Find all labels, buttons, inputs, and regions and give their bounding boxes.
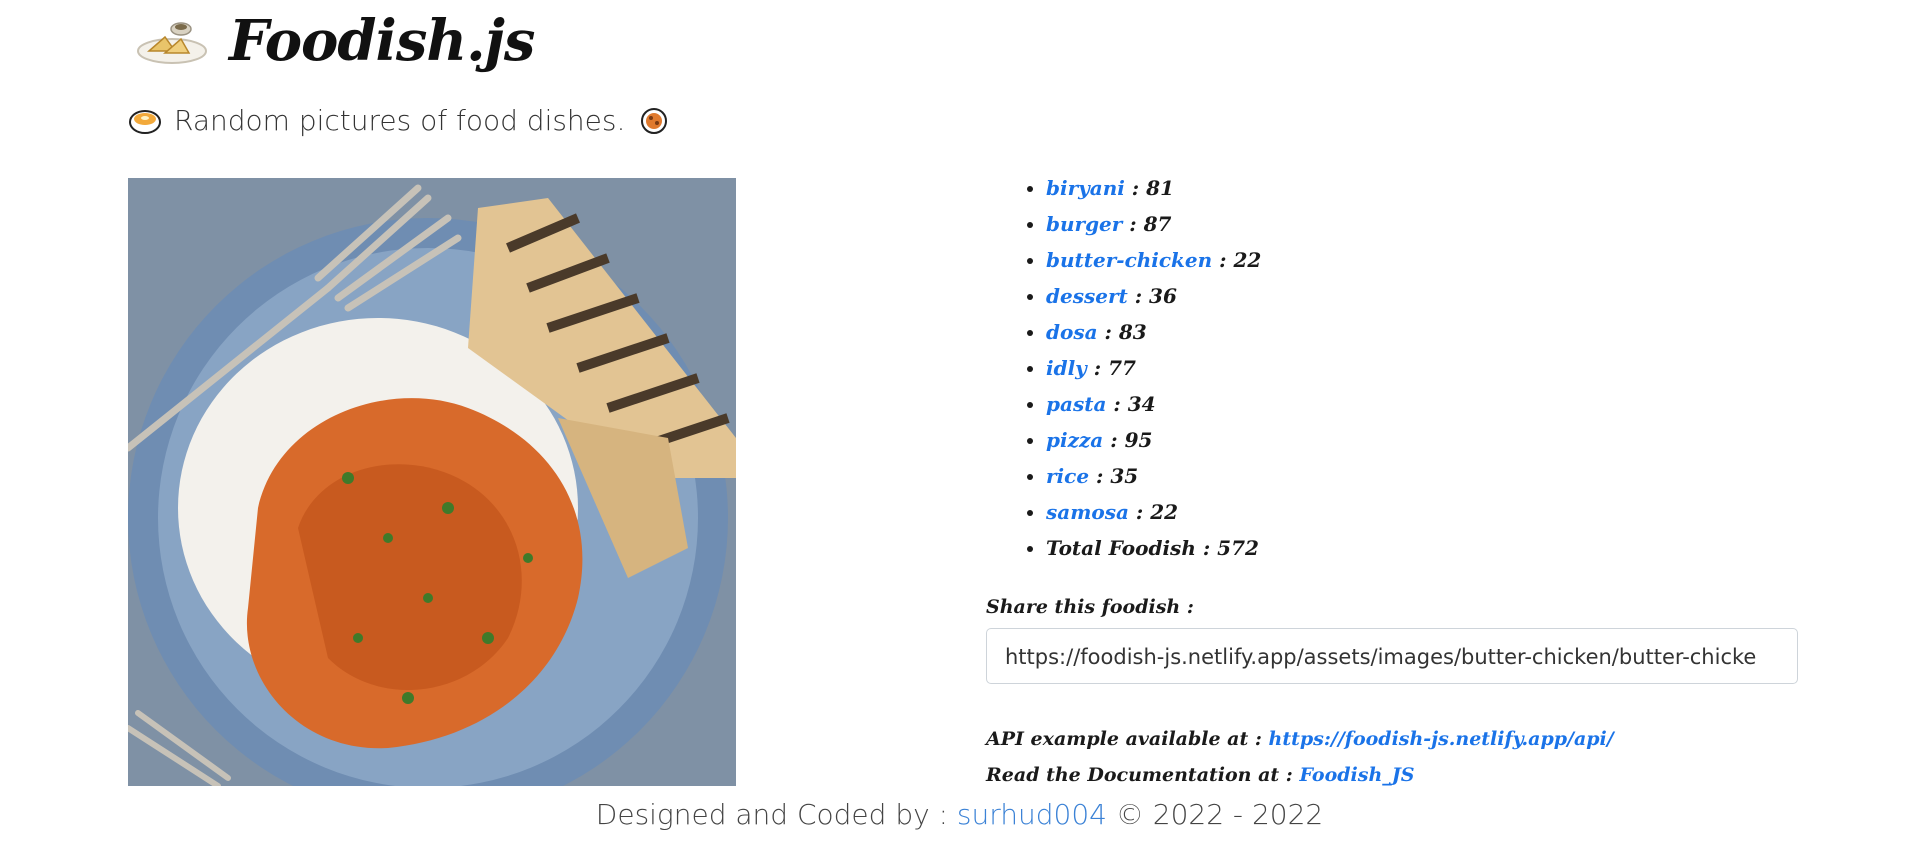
category-list: biryani : 81 burger : 87 butter-chicken … bbox=[988, 170, 1261, 566]
category-link-samosa[interactable]: samosa bbox=[1046, 500, 1129, 524]
butter-chicken-photo bbox=[128, 178, 736, 786]
category-item: dosa : 83 bbox=[1046, 314, 1261, 350]
subtitle-text: Random pictures of food dishes. bbox=[174, 104, 626, 137]
category-link-biryani[interactable]: biryani bbox=[1046, 176, 1125, 200]
api-line: API example available at : https://foodi… bbox=[986, 728, 1614, 750]
category-link-burger[interactable]: burger bbox=[1046, 212, 1122, 236]
category-count: 77 bbox=[1108, 356, 1136, 380]
api-label: API example available at : bbox=[986, 728, 1262, 750]
total-item: Total Foodish : 572 bbox=[1046, 530, 1261, 566]
category-item: dessert : 36 bbox=[1046, 278, 1261, 314]
category-item: idly : 77 bbox=[1046, 350, 1261, 386]
footer: Designed and Coded by : surhud004 © 2022… bbox=[0, 798, 1919, 831]
category-item: rice : 35 bbox=[1046, 458, 1261, 494]
docs-label: Read the Documentation at : bbox=[986, 764, 1293, 786]
category-count: 81 bbox=[1146, 176, 1174, 200]
cookie-icon bbox=[641, 107, 668, 134]
category-count: 35 bbox=[1110, 464, 1139, 488]
share-url-input[interactable]: https://foodish-js.netlify.app/assets/im… bbox=[986, 628, 1798, 684]
share-label: Share this foodish : bbox=[986, 596, 1194, 618]
category-link-idly[interactable]: idly bbox=[1046, 356, 1087, 380]
category-count: 95 bbox=[1124, 428, 1153, 452]
docs-link[interactable]: Foodish_JS bbox=[1299, 764, 1414, 786]
category-count: 87 bbox=[1143, 212, 1172, 236]
category-link-pasta[interactable]: pasta bbox=[1046, 392, 1106, 416]
total-count: 572 bbox=[1217, 536, 1259, 560]
total-label: Total Foodish bbox=[1046, 536, 1196, 560]
plate-dumplings-icon bbox=[137, 22, 207, 64]
food-image[interactable] bbox=[128, 178, 736, 786]
docs-line: Read the Documentation at : Foodish_JS bbox=[986, 764, 1414, 786]
footer-copyright: © 2022 - 2022 bbox=[1115, 798, 1324, 831]
category-count: 22 bbox=[1233, 248, 1262, 272]
category-item: biryani : 81 bbox=[1046, 170, 1261, 206]
category-item: burger : 87 bbox=[1046, 206, 1261, 242]
category-link-butter-chicken[interactable]: butter-chicken bbox=[1046, 248, 1212, 272]
category-item: pasta : 34 bbox=[1046, 386, 1261, 422]
page: Foodish.js Random pictures of food dishe… bbox=[0, 0, 1919, 860]
subtitle: Random pictures of food dishes. bbox=[128, 104, 671, 137]
category-link-dessert[interactable]: dessert bbox=[1046, 284, 1128, 308]
category-link-rice[interactable]: rice bbox=[1046, 464, 1089, 488]
category-item: pizza : 95 bbox=[1046, 422, 1261, 458]
footer-prefix: Designed and Coded by : bbox=[595, 798, 948, 831]
api-link[interactable]: https://foodish-js.netlify.app/api/ bbox=[1269, 728, 1614, 750]
category-link-dosa[interactable]: dosa bbox=[1046, 320, 1098, 344]
category-count: 22 bbox=[1150, 500, 1179, 524]
author-link[interactable]: surhud004 bbox=[957, 798, 1107, 831]
category-count: 36 bbox=[1149, 284, 1177, 308]
category-item: butter-chicken : 22 bbox=[1046, 242, 1261, 278]
brand-title: Foodish.js bbox=[229, 8, 535, 74]
category-count: 34 bbox=[1127, 392, 1156, 416]
category-item: samosa : 22 bbox=[1046, 494, 1261, 530]
category-link-pizza[interactable]: pizza bbox=[1046, 428, 1103, 452]
curry-bowl-icon bbox=[129, 109, 161, 134]
header: Foodish.js bbox=[135, 0, 535, 82]
category-count: 83 bbox=[1118, 320, 1147, 344]
